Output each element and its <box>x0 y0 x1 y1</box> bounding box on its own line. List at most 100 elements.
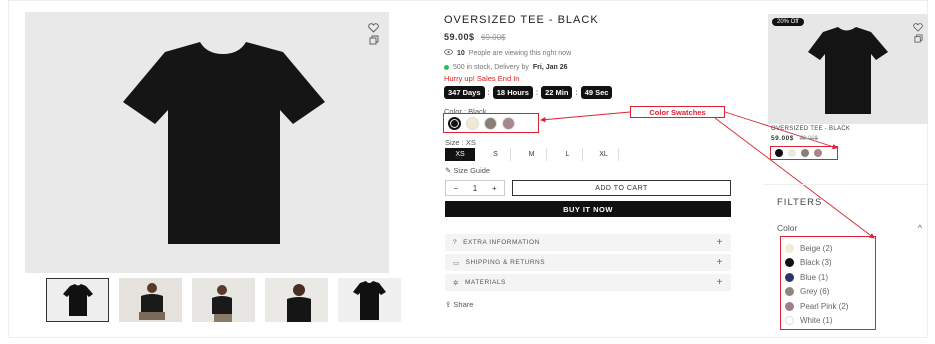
related-tshirt-image <box>808 27 888 114</box>
copy-icon[interactable] <box>369 32 379 50</box>
thumbnail-1[interactable] <box>46 278 109 322</box>
thumbnail-2[interactable] <box>119 278 182 322</box>
sparkle-icon: ✲ <box>453 279 459 287</box>
plus-icon: + <box>716 237 723 248</box>
add-to-cart-button[interactable]: ADD TO CART <box>512 180 731 196</box>
copy-icon[interactable] <box>914 30 923 48</box>
size-m[interactable]: M <box>517 148 547 161</box>
timer-colon: : <box>575 88 578 97</box>
swatch-beige[interactable] <box>466 116 479 130</box>
timer-days: 347 Days <box>444 86 485 99</box>
filter-color-blue[interactable]: Blue (1) <box>785 270 875 285</box>
timer-colon: : <box>535 88 539 97</box>
size-guide-link[interactable]: ✎ Size Guide <box>445 166 490 175</box>
size-guide-label: Size Guide <box>453 166 491 175</box>
related-price: 59.00$ <box>771 135 794 142</box>
swatch-black[interactable] <box>448 116 461 130</box>
plus-icon: + <box>716 257 723 268</box>
size-selector: XS S M L XL <box>445 148 619 161</box>
price-row: 59.00$ 69.00$ <box>444 32 744 42</box>
viewers-text: People are viewing this right now <box>468 49 572 57</box>
size-l[interactable]: L <box>553 148 583 161</box>
product-old-price: 69.00$ <box>481 33 506 42</box>
plus-icon: + <box>716 277 723 288</box>
related-swatch-beige[interactable] <box>788 149 796 157</box>
size-s[interactable]: S <box>481 148 511 161</box>
share-link[interactable]: ⇪ Share <box>445 300 473 309</box>
product-page: OVERSIZED TEE - BLACK 59.00$ 69.00$ 10 P… <box>0 0 935 344</box>
color-filter-heading[interactable]: Color <box>777 223 797 233</box>
related-color-swatches <box>770 146 838 160</box>
thumbnail-5[interactable] <box>338 278 401 322</box>
filter-color-pearl-pink[interactable]: Pearl Pink (2) <box>785 299 875 314</box>
filter-color-beige[interactable]: Beige (2) <box>785 241 875 256</box>
timer-hours: 18 Hours <box>492 86 533 99</box>
truck-icon: ▭ <box>453 259 460 267</box>
color-dot <box>785 287 794 297</box>
color-dot <box>785 316 794 326</box>
filter-color-white[interactable]: White (1) <box>785 314 875 329</box>
share-icon: ⇪ <box>445 300 452 309</box>
eye-icon <box>444 49 453 57</box>
thumbnail-3[interactable] <box>192 278 255 322</box>
product-title: OVERSIZED TEE - BLACK <box>444 14 599 26</box>
thumbnail-strip <box>46 278 401 322</box>
color-dot <box>785 243 794 253</box>
swatch-pearl-pink[interactable] <box>502 116 515 130</box>
filter-label: Black (3) <box>800 258 832 268</box>
share-label: Share <box>453 300 474 309</box>
accordion-label: EXTRA INFORMATION <box>463 239 540 246</box>
accordion-materials[interactable]: ✲ MATERIALS + <box>445 274 731 291</box>
filter-label: Beige (2) <box>800 243 833 253</box>
thumbnail-4[interactable] <box>265 278 328 322</box>
qty-plus-button[interactable]: + <box>492 184 497 193</box>
swatch-grey[interactable] <box>484 116 497 130</box>
buy-now-button[interactable]: BUY IT NOW <box>445 201 731 217</box>
chevron-up-icon[interactable]: ^ <box>918 223 922 233</box>
related-price-row: 59.00$ 69.00$ <box>771 135 818 142</box>
related-swatch-pearl-pink[interactable] <box>814 149 822 157</box>
related-product-name[interactable]: OVERSIZED TEE - BLACK <box>771 126 850 132</box>
question-icon: ? <box>453 239 458 246</box>
filter-label: Grey (6) <box>800 287 830 297</box>
accordion-extra-information[interactable]: ? EXTRA INFORMATION + <box>445 234 731 251</box>
stock-line: 500 in stock, Delivery by Fri, Jan 26 <box>444 64 744 71</box>
main-product-image[interactable] <box>25 12 389 273</box>
size-label: Size : XS <box>445 138 476 147</box>
hurry-text: Hurry up! Sales End In <box>444 74 520 83</box>
stock-dot-icon <box>444 65 449 70</box>
related-old-price: 69.00$ <box>799 136 819 142</box>
product-details: OVERSIZED TEE - BLACK 59.00$ 69.00$ 10 P… <box>444 14 744 116</box>
related-swatch-grey[interactable] <box>801 149 809 157</box>
qty-value[interactable]: 1 <box>473 184 477 193</box>
color-swatches-callout: Color Swatches <box>630 106 725 118</box>
filter-color-grey[interactable]: Grey (6) <box>785 285 875 300</box>
quantity-stepper: − 1 + <box>445 180 505 196</box>
related-product-image[interactable]: 20% Off <box>768 14 928 124</box>
filter-label: Blue (1) <box>800 272 829 282</box>
delivery-date: Fri, Jan 26 <box>532 64 568 71</box>
product-price: 59.00$ <box>444 32 475 42</box>
stock-text: 500 in stock, Delivery by <box>453 64 529 71</box>
related-swatch-black[interactable] <box>775 149 783 157</box>
discount-badge: 20% Off <box>772 18 804 26</box>
color-dot <box>785 301 794 311</box>
accordion-shipping-returns[interactable]: ▭ SHIPPING & RETURNS + <box>445 254 731 271</box>
size-xl[interactable]: XL <box>589 148 619 161</box>
qty-minus-button[interactable]: − <box>453 184 458 193</box>
accordion-label: SHIPPING & RETURNS <box>465 259 546 266</box>
tshirt-image <box>123 42 325 244</box>
color-filter-list: Beige (2) Black (3) Blue (1) Grey (6) Pe… <box>780 236 876 330</box>
filter-label: White (1) <box>800 316 833 326</box>
viewers-line: 10 People are viewing this right now <box>444 49 744 57</box>
color-dot <box>785 272 794 282</box>
color-swatches <box>443 113 539 133</box>
countdown-timer: 347 Days : 18 Hours : 22 Min : 49 Sec <box>444 86 744 99</box>
filter-color-black[interactable]: Black (3) <box>785 256 875 271</box>
timer-min: 22 Min <box>541 86 573 99</box>
filters-title: FILTERS <box>777 197 823 208</box>
timer-colon: : <box>487 88 490 97</box>
size-xs[interactable]: XS <box>445 148 475 161</box>
color-dot <box>785 258 794 268</box>
accordion-label: MATERIALS <box>464 279 506 286</box>
